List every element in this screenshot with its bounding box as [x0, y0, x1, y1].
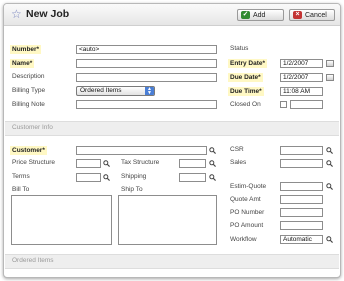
status-label: Status: [230, 45, 249, 52]
magnifier-icon[interactable]: [209, 160, 216, 167]
calendar-icon[interactable]: [326, 74, 334, 81]
estim-quote-field[interactable]: [280, 182, 323, 191]
star-icon: ☆: [11, 7, 22, 21]
csr-field[interactable]: [280, 146, 323, 155]
shipping-label: Shipping: [121, 173, 147, 180]
check-icon: ✓: [241, 11, 250, 19]
new-job-window: ☆ New Job ✓ Add × Cancel Number* <auto> …: [3, 3, 341, 278]
entry-date-field[interactable]: 1/2/2007: [280, 59, 323, 68]
sales-field[interactable]: [280, 159, 323, 168]
po-amount-field[interactable]: [280, 221, 323, 230]
customer-info-header: Customer Info: [5, 121, 339, 136]
billing-note-field[interactable]: [76, 100, 217, 109]
due-time-label: Due Time*: [228, 87, 264, 96]
calendar-icon[interactable]: [326, 60, 334, 67]
billing-note-label: Billing Note: [12, 101, 45, 108]
cancel-button[interactable]: × Cancel: [289, 9, 335, 21]
workflow-label: Workflow: [230, 236, 257, 243]
closed-on-checkbox[interactable]: [280, 101, 287, 108]
customer-field[interactable]: [76, 146, 207, 155]
csr-label: CSR: [230, 146, 244, 153]
sales-label: Sales: [230, 159, 247, 166]
magnifier-icon[interactable]: [326, 147, 333, 154]
billing-type-select[interactable]: Ordered Items ▲ ▼: [76, 86, 155, 96]
number-label: Number*: [10, 45, 42, 54]
window-title: New Job: [26, 8, 70, 20]
number-field[interactable]: <auto>: [76, 45, 217, 54]
closed-on-label: Closed On: [230, 101, 261, 108]
customer-info-heading: Customer Info: [12, 124, 53, 131]
ship-to-label: Ship To: [121, 186, 143, 193]
tax-structure-field[interactable]: [179, 159, 206, 168]
bill-to-textarea[interactable]: [11, 195, 112, 245]
magnifier-icon[interactable]: [326, 183, 333, 190]
name-field[interactable]: [76, 59, 217, 68]
magnifier-icon[interactable]: [103, 160, 110, 167]
description-field[interactable]: [76, 73, 217, 82]
po-number-label: PO Number: [230, 209, 265, 216]
workflow-field[interactable]: Automatic: [280, 235, 323, 244]
x-icon: ×: [293, 11, 302, 19]
po-number-field[interactable]: [280, 208, 323, 217]
magnifier-icon[interactable]: [103, 174, 110, 181]
due-date-field[interactable]: 1/2/2007: [280, 73, 323, 82]
terms-field[interactable]: [76, 173, 101, 182]
ordered-items-heading: Ordered Items: [12, 257, 54, 264]
title-bar: ☆ New Job ✓ Add × Cancel: [4, 4, 340, 26]
price-structure-field[interactable]: [76, 159, 101, 168]
closed-on-field[interactable]: [290, 100, 323, 109]
magnifier-icon[interactable]: [326, 236, 333, 243]
ordered-items-header: Ordered Items: [5, 254, 339, 269]
add-button[interactable]: ✓ Add: [237, 9, 284, 21]
magnifier-icon[interactable]: [326, 160, 333, 167]
price-structure-label: Price Structure: [12, 159, 55, 166]
po-amount-label: PO Amount: [230, 222, 264, 229]
entry-date-label: Entry Date*: [228, 59, 268, 68]
billing-type-value: Ordered Items: [80, 87, 122, 94]
ship-to-textarea[interactable]: [118, 195, 217, 245]
shipping-field[interactable]: [179, 173, 206, 182]
due-time-field[interactable]: 11:08 AM: [280, 87, 323, 96]
tax-structure-label: Tax Structure: [121, 159, 160, 166]
bill-to-label: Bill To: [12, 186, 30, 193]
billing-type-label: Billing Type: [12, 87, 46, 94]
magnifier-icon[interactable]: [209, 147, 216, 154]
add-button-label: Add: [253, 12, 266, 19]
due-date-label: Due Date*: [228, 73, 263, 82]
magnifier-icon[interactable]: [209, 174, 216, 181]
customer-label: Customer*: [10, 146, 47, 155]
cancel-button-label: Cancel: [305, 12, 327, 19]
quote-amt-field[interactable]: [280, 195, 323, 204]
terms-label: Terms: [12, 173, 30, 180]
estim-quote-label: Estim-Quote: [230, 183, 267, 190]
quote-amt-label: Quote Amt: [230, 196, 261, 203]
description-label: Description: [12, 73, 45, 80]
name-label: Name*: [10, 59, 35, 68]
select-arrows-icon: ▲ ▼: [145, 87, 154, 96]
